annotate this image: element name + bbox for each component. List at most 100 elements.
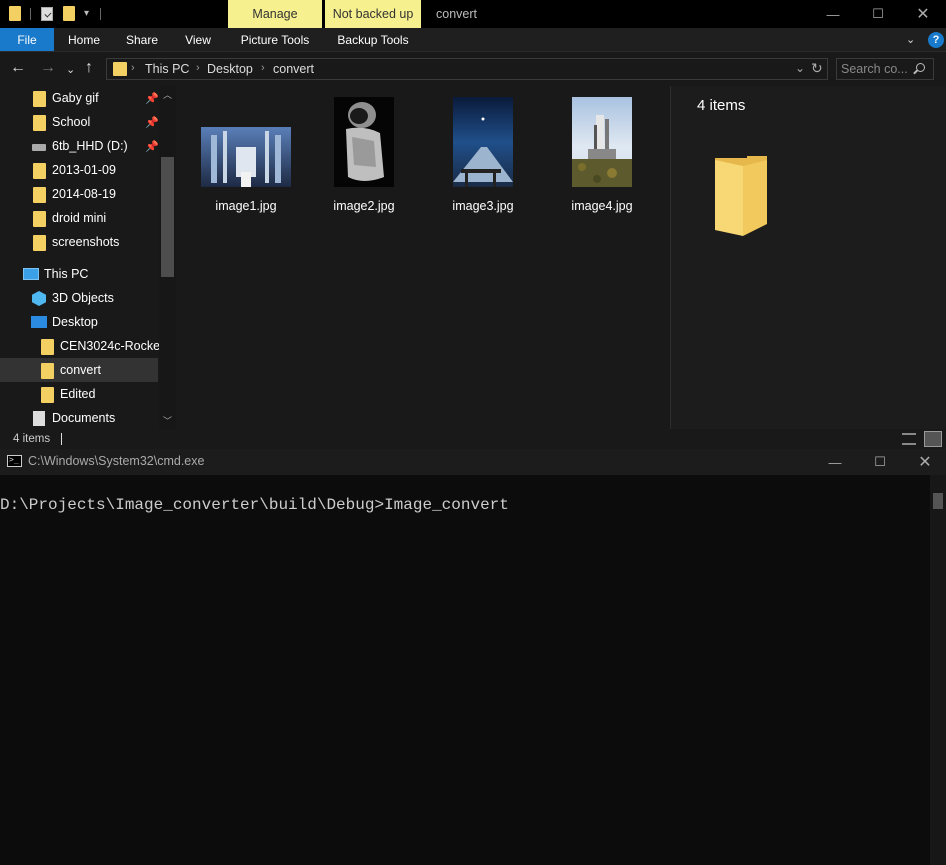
nav-item-3d-objects[interactable]: 3D Objects (0, 286, 158, 310)
scrollbar-thumb[interactable] (161, 157, 174, 277)
tab-file[interactable]: File (0, 28, 54, 51)
folder-icon (41, 339, 54, 355)
back-arrow-icon[interactable]: ← (10, 60, 26, 76)
nav-item-screenshots[interactable]: screenshots (0, 230, 158, 254)
folder-icon (41, 363, 54, 379)
cmd-scrollbar[interactable] (930, 475, 946, 865)
customize-qat-icon[interactable]: ▾ (84, 8, 89, 26)
status-item-count: 4 items (13, 433, 51, 445)
drive-icon (32, 144, 46, 151)
pin-icon[interactable]: 📌 (145, 140, 159, 153)
help-button[interactable]: ? (928, 32, 944, 48)
breadcrumb-desktop[interactable]: Desktop (207, 62, 253, 76)
chevron-right-icon[interactable]: › (261, 62, 265, 74)
file-item-image4[interactable]: image4.jpg (552, 94, 652, 214)
file-item-image2[interactable]: image2.jpg (314, 94, 414, 214)
command-prompt-window: C:\Windows\System32\cmd.exe — ☐ ✕ D:\Pro… (0, 449, 946, 865)
tab-backup-tools[interactable]: Backup Tools (325, 28, 421, 51)
status-bar: 4 items (0, 430, 946, 449)
scroll-down-icon[interactable]: ﹀ (163, 414, 172, 427)
nav-item-label: 3D Objects (52, 291, 114, 305)
search-box[interactable] (836, 58, 934, 80)
details-view-icon[interactable] (902, 433, 916, 445)
nav-item-label: This PC (44, 267, 89, 281)
maximize-button[interactable]: ☐ (857, 449, 903, 475)
nav-item-this-pc[interactable]: This PC (0, 262, 158, 286)
tab-share[interactable]: Share (114, 28, 170, 51)
breadcrumb-this-pc[interactable]: This PC (145, 62, 189, 76)
qat-separator (30, 8, 31, 20)
explorer-titlebar: ▾ Manage Not backed up convert — ☐ ✕ (0, 0, 946, 28)
item-count: 4 items (697, 97, 746, 114)
3d-objects-icon (32, 291, 46, 306)
chevron-down-icon[interactable]: ⌄ (795, 61, 805, 75)
folder-icon (33, 163, 46, 179)
nav-item-desktop[interactable]: Desktop (0, 310, 158, 334)
folder-icon (41, 387, 54, 403)
recent-locations-icon[interactable]: ⌄ (66, 62, 75, 78)
nav-item-droid-mini[interactable]: droid mini (0, 206, 158, 230)
refresh-icon[interactable]: ↻ (811, 60, 823, 77)
cmd-prompt-line: D:\Projects\Image_converter\build\Debug>… (0, 496, 509, 514)
file-item-image1[interactable]: image1.jpg (196, 94, 296, 214)
minimize-button[interactable]: — (810, 0, 856, 28)
properties-icon[interactable] (41, 7, 53, 21)
maximize-button[interactable]: ☐ (855, 0, 901, 28)
nav-item-convert[interactable]: convert (0, 358, 158, 382)
nav-item-cen3024c-rocket[interactable]: CEN3024c-Rocket_ (0, 334, 170, 358)
nav-item-label: School (52, 115, 91, 129)
large-icons-view-icon[interactable] (924, 431, 942, 447)
nav-item-label: Desktop (52, 315, 98, 329)
pin-icon[interactable]: 📌 (145, 92, 159, 105)
nav-item-gaby-gif[interactable]: Gaby gif 📌 (0, 86, 159, 110)
minimize-button[interactable]: — (812, 449, 858, 475)
details-pane: 4 items (670, 86, 946, 429)
qat-separator (100, 8, 101, 20)
folder-icon (33, 187, 46, 203)
folder-icon (33, 115, 46, 131)
search-icon[interactable] (916, 63, 925, 72)
tab-picture-tools[interactable]: Picture Tools (228, 28, 322, 51)
tab-not-backed-up[interactable]: Not backed up (325, 0, 421, 28)
nav-item-school[interactable]: School 📌 (0, 110, 159, 134)
nav-item-2013-01-09[interactable]: 2013-01-09 (0, 158, 158, 182)
nav-item-label: CEN3024c-Rocket_ (60, 339, 171, 353)
window-title: convert (436, 7, 477, 21)
tab-manage[interactable]: Manage (228, 0, 322, 28)
status-divider (61, 433, 62, 445)
tab-home[interactable]: Home (56, 28, 112, 51)
forward-arrow-icon[interactable]: → (40, 60, 56, 76)
chevron-right-icon[interactable]: › (196, 62, 200, 74)
nav-item-label: Documents (52, 411, 116, 425)
nav-item-2014-08-19[interactable]: 2014-08-19 (0, 182, 158, 206)
cmd-console[interactable]: D:\Projects\Image_converter\build\Debug>… (0, 475, 930, 865)
new-folder-icon[interactable] (63, 6, 75, 21)
file-list: image1.jpg image2.jpg image3.jpg image4.… (178, 86, 670, 429)
search-input[interactable] (841, 61, 913, 77)
ribbon-tabs: File Home Share View Picture Tools Backu… (0, 28, 946, 52)
nav-item-6tb-hhd[interactable]: 6tb_HHD (D:) 📌 (0, 134, 159, 158)
close-button[interactable]: ✕ (900, 0, 946, 28)
pc-icon (23, 268, 39, 280)
nav-item-edited[interactable]: Edited (0, 382, 158, 406)
folder-icon (113, 62, 127, 76)
image-thumbnail (334, 97, 394, 187)
file-item-image3[interactable]: image3.jpg (433, 94, 533, 214)
folder-icon (715, 156, 767, 236)
tab-view[interactable]: View (172, 28, 224, 51)
pin-icon[interactable]: 📌 (145, 116, 159, 129)
nav-item-documents[interactable]: Documents (0, 406, 158, 429)
file-name: image2.jpg (333, 199, 395, 213)
breadcrumb-convert[interactable]: convert (273, 62, 314, 76)
up-arrow-icon[interactable]: ↑ (85, 60, 93, 76)
nav-item-label: screenshots (52, 235, 120, 249)
chevron-right-icon[interactable]: › (131, 62, 135, 74)
scroll-up-icon[interactable]: ︿ (163, 88, 172, 101)
folder-icon (33, 235, 46, 251)
scrollbar-thumb[interactable] (933, 493, 943, 509)
nav-item-label: droid mini (52, 211, 107, 225)
close-button[interactable]: ✕ (902, 449, 946, 475)
expand-ribbon-icon[interactable]: ⌄ (906, 33, 915, 46)
nav-pane-scrollbar[interactable]: ︿ ﹀ (159, 86, 176, 429)
address-bar[interactable]: › This PC › Desktop › convert ⌄ ↻ (106, 58, 828, 80)
